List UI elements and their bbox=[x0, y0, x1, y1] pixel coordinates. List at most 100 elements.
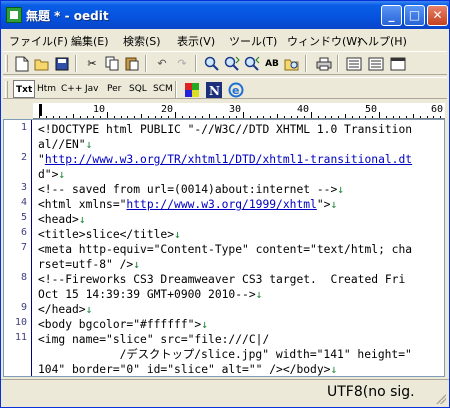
ruler-tick bbox=[297, 116, 299, 118]
menu-bar: ファイル(F) 編集(E) 検索(S) 表示(V) ツール(T) ウィンドウ(W… bbox=[1, 30, 449, 50]
ruler-tick bbox=[181, 116, 183, 118]
ruler-tick bbox=[413, 114, 414, 118]
close-button[interactable]: ✕ bbox=[427, 5, 448, 26]
ruler-tick bbox=[338, 116, 340, 118]
minimize-button[interactable]: _ bbox=[381, 5, 402, 26]
maximize-button[interactable]: □ bbox=[404, 5, 425, 26]
ruler-tick bbox=[93, 116, 95, 118]
window-icon[interactable] bbox=[389, 55, 407, 72]
code-line: </head>↓ bbox=[38, 302, 92, 317]
ruler-tick bbox=[440, 116, 442, 118]
menu-view[interactable]: 表示(V) bbox=[177, 33, 215, 49]
ruler-tick bbox=[222, 116, 224, 118]
undo-icon[interactable]: ↶ bbox=[153, 55, 171, 72]
ruler-tick bbox=[168, 116, 170, 118]
menu-edit[interactable]: 編集(E) bbox=[71, 33, 109, 49]
line-number: 2 bbox=[20, 152, 27, 163]
copy-icon[interactable] bbox=[103, 55, 121, 72]
ruler-label: 10 bbox=[93, 104, 106, 115]
code-line: 104" border="0" id="slice" alt="" /></bo… bbox=[38, 362, 337, 376]
ruler-tick bbox=[86, 116, 88, 118]
color-palette-icon[interactable] bbox=[183, 81, 201, 98]
split-view-icon[interactable] bbox=[367, 55, 385, 72]
ruler-tick bbox=[372, 116, 374, 118]
paste-icon[interactable] bbox=[123, 55, 141, 72]
toolbar-grip[interactable] bbox=[5, 55, 8, 72]
ruler-tick bbox=[161, 116, 163, 118]
code-line-text: "http://www.w3.org/TR/xhtml1/DTD/xhtml1-… bbox=[38, 153, 413, 166]
url-link[interactable]: http://www.w3.org/1999/xhtml bbox=[126, 198, 316, 211]
format-toolbar: Txt Htm C++ Jav Per SQL SCM N e bbox=[3, 77, 447, 99]
code-line: <meta http-equiv="Content-Type" content=… bbox=[38, 242, 412, 257]
resize-grip[interactable] bbox=[436, 394, 446, 404]
format-tab-per[interactable]: Per bbox=[105, 80, 123, 98]
svg-text:N: N bbox=[209, 84, 220, 98]
toolbar-separator bbox=[337, 55, 339, 72]
ruler-tick bbox=[100, 116, 102, 118]
ruler-tick bbox=[277, 114, 278, 118]
menu-window[interactable]: ウィンドウ(W) bbox=[287, 33, 361, 49]
format-tab-sql[interactable]: SQL bbox=[127, 80, 149, 98]
menu-file[interactable]: ファイル(F) bbox=[9, 33, 68, 49]
window-title: 無題 * - oedit bbox=[26, 9, 109, 23]
ruler-tick bbox=[385, 116, 387, 118]
print-icon[interactable] bbox=[315, 55, 333, 72]
code-line: "http://www.w3.org/TR/xhtml1/DTD/xhtml1-… bbox=[38, 152, 412, 167]
svg-text:e: e bbox=[232, 84, 239, 97]
text-editor[interactable]: 12345678910111213 <!DOCTYPE html PUBLIC … bbox=[3, 119, 445, 377]
code-line-text: <!-- saved from url=(0014)about:internet… bbox=[38, 183, 338, 196]
menu-help[interactable]: ヘルプ(H) bbox=[357, 33, 407, 49]
end-of-line-marker: ↓ bbox=[337, 183, 345, 196]
line-number: 5 bbox=[20, 212, 27, 223]
find-icon[interactable] bbox=[203, 55, 221, 72]
ruler-tick bbox=[283, 116, 285, 118]
redo-icon[interactable]: ↷ bbox=[173, 55, 191, 72]
find-next-icon[interactable] bbox=[223, 55, 241, 72]
ruler-tick bbox=[317, 116, 319, 118]
ruler-tick bbox=[365, 116, 367, 118]
line-number: 3 bbox=[20, 182, 27, 193]
open-folder-icon[interactable] bbox=[33, 55, 51, 72]
end-of-line-marker: ↓ bbox=[58, 168, 66, 181]
format-tab-txt[interactable]: Txt bbox=[13, 80, 36, 98]
single-view-icon[interactable] bbox=[345, 55, 363, 72]
ie-browser-icon[interactable]: e bbox=[227, 81, 245, 98]
toolbar-grip[interactable] bbox=[5, 81, 8, 98]
code-line: <!DOCTYPE html PUBLIC "-//W3C//DTD XHTML… bbox=[38, 122, 412, 137]
ruler-tick bbox=[209, 114, 210, 118]
replace-icon[interactable]: AB bbox=[263, 55, 281, 72]
ruler-tick bbox=[249, 116, 251, 118]
code-line-text: <head> bbox=[38, 213, 79, 226]
code-line: <body bgcolor="#ffffff">↓ bbox=[38, 317, 208, 332]
ruler-tick bbox=[243, 112, 244, 118]
encoding-status[interactable]: UTF8(no sig. bbox=[327, 384, 415, 400]
ruler-tick bbox=[59, 116, 61, 118]
title-bar[interactable]: 無題 * - oedit _ □ ✕ bbox=[1, 1, 449, 29]
ruler-tick bbox=[134, 116, 136, 118]
ruler-tick bbox=[202, 116, 204, 118]
netscape-browser-icon[interactable]: N bbox=[205, 81, 223, 98]
grep-icon[interactable] bbox=[283, 55, 301, 72]
line-number: 9 bbox=[20, 302, 27, 313]
line-number: 4 bbox=[20, 197, 27, 208]
ruler-tick bbox=[406, 116, 408, 118]
ruler-tick bbox=[229, 116, 231, 118]
menu-tools[interactable]: ツール(T) bbox=[229, 33, 277, 49]
toolbar-separator bbox=[145, 55, 147, 72]
menu-search[interactable]: 検索(S) bbox=[123, 33, 161, 49]
code-line: /デスクトップ/slice.jpg" width="141" height=" bbox=[38, 347, 412, 362]
url-link[interactable]: http://www.w3.org/TR/xhtml1/DTD/xhtml1-t… bbox=[45, 153, 412, 166]
new-file-icon[interactable] bbox=[13, 55, 31, 72]
toolbar-separator bbox=[75, 55, 77, 72]
code-line-text: <meta http-equiv="Content-Type" content=… bbox=[38, 243, 413, 256]
format-tab-jav[interactable]: Jav bbox=[83, 80, 101, 98]
find-prev-icon[interactable] bbox=[243, 55, 261, 72]
format-tab-cpp[interactable]: C++ bbox=[59, 80, 84, 98]
save-icon[interactable] bbox=[53, 55, 71, 72]
cut-icon[interactable]: ✂ bbox=[83, 55, 101, 72]
ruler-tick bbox=[236, 116, 238, 118]
code-line: rset=utf-8" />↓ bbox=[38, 257, 140, 272]
format-tab-scm[interactable]: SCM bbox=[151, 80, 175, 98]
format-tab-htm[interactable]: Htm bbox=[35, 80, 58, 98]
code-line-text: <!DOCTYPE html PUBLIC "-//W3C//DTD XHTML… bbox=[38, 123, 413, 136]
